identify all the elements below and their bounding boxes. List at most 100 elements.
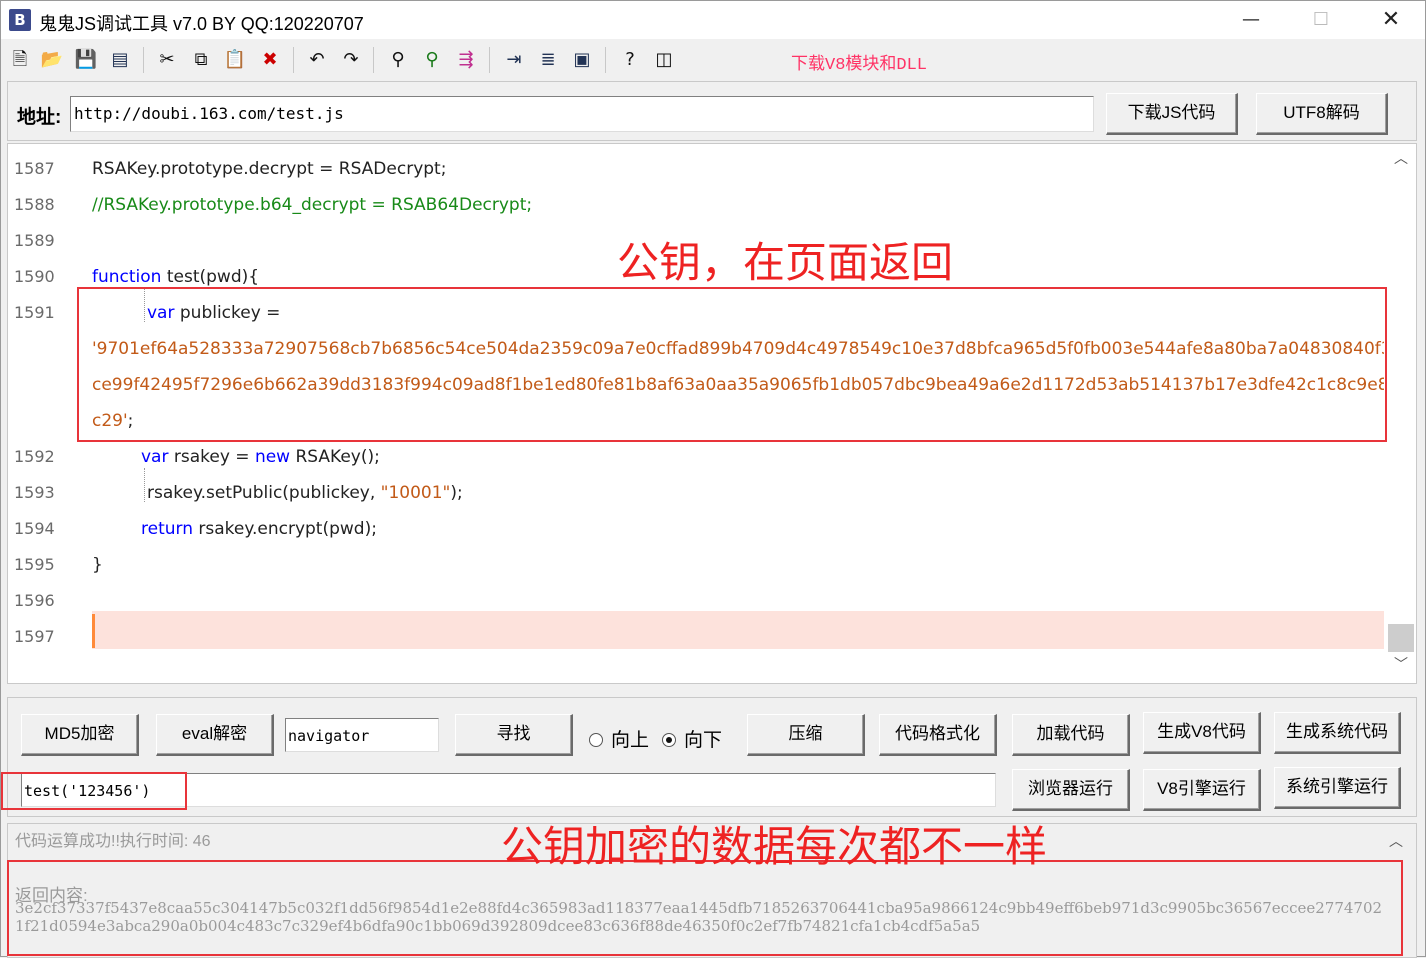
code-text: RSAKey.prototype.decrypt = RSADecrypt; [92,159,447,179]
line-number: 1587 [14,159,55,178]
maximize-button[interactable]: ☐ [1286,1,1356,39]
code-line: 1595 } [8,547,1384,583]
load-code-button[interactable]: 加载代码 [1012,714,1130,756]
indent-icon[interactable]: ⇥ [501,47,527,73]
encrypt-annotation: 公钥加密的数据每次都不一样 [501,825,1048,871]
redo-icon[interactable]: ↷ [338,47,364,73]
line-number: 1592 [14,447,55,466]
cut-icon[interactable]: ✂ [154,47,180,73]
radio-up-label: 向上 [611,730,650,751]
code-line: 1587 RSAKey.prototype.decrypt = RSADecry… [8,151,1384,187]
code-text: } [92,555,103,575]
replace-icon[interactable]: ⇶ [453,47,479,73]
download-js-button[interactable]: 下载JS代码 [1106,93,1238,135]
delete-icon[interactable]: ✖ [257,47,283,73]
code-line: 1594 return rsakey.encrypt(pwd); [8,511,1384,547]
new-file-icon[interactable]: 🗎 [7,47,33,73]
radio-down-label: 向下 [684,730,723,751]
code-text-part: ); [450,483,463,503]
radio-up-circle[interactable] [589,733,603,747]
radio-up[interactable]: 向上 [589,725,649,752]
code-text-part: test(pwd){ [161,267,260,287]
close-button[interactable]: ✕ [1356,1,1426,39]
compress-button[interactable]: 压缩 [747,714,865,756]
minimize-button[interactable]: — [1216,1,1286,39]
code-line: 1592 var rsakey = new RSAKey(); [8,439,1384,475]
toolbar-divider [143,47,144,73]
code-text: rsakey.setPublic(publickey, "10001"); [147,475,463,511]
editor-scrollbar[interactable]: ︿ ﹀ [1384,144,1416,683]
code-keyword: return [141,519,193,539]
generate-v8-code-button[interactable]: 生成V8代码 [1143,712,1261,754]
line-number: 1589 [14,231,55,250]
open-folder-icon[interactable]: 📂 [39,47,65,73]
code-text: var rsakey = new RSAKey(); [141,439,380,475]
code-line: 1596 [8,583,1384,619]
publickey-annotation: 公钥，在页面返回 [617,241,954,287]
execution-status: 代码运算成功!!执行时间: 46 [15,833,211,850]
radio-down-circle[interactable] [662,733,676,747]
code-text-part: RSAKey(); [290,447,380,467]
code-line: 1588 //RSAKey.prototype.b64_decrypt = RS… [8,187,1384,223]
toolbar-divider [373,47,374,73]
save-icon[interactable]: 💾 [73,47,99,73]
v8-engine-run-button[interactable]: V8引擎运行 [1143,769,1261,811]
scroll-down-icon[interactable]: ﹀ [1384,654,1416,678]
find-button[interactable]: 寻找 [455,714,573,756]
system-engine-run-button[interactable]: 系统引擎运行 [1274,767,1401,809]
scroll-thumb[interactable] [1388,624,1414,652]
line-number: 1595 [14,555,55,574]
window-title: 鬼鬼JS调试工具 v7.0 BY QQ:120220707 [39,14,364,34]
eval-decrypt-button[interactable]: eval解密 [156,714,274,756]
address-input[interactable]: http://doubi.163.com/test.js [70,96,1094,132]
line-number: 1590 [14,267,55,286]
utf8-decode-button[interactable]: UTF8解码 [1256,93,1388,135]
download-v8-link[interactable]: 下载V8模块和DLL [791,49,927,75]
panel-icon[interactable]: ◫ [651,47,677,73]
line-number: 1597 [14,627,55,646]
code-text-part: rsakey.encrypt(pwd); [192,519,377,539]
address-label: 地址: [17,107,62,128]
line-number: 1588 [14,195,55,214]
scroll-up-icon[interactable]: ︿ [1379,831,1413,855]
save-all-icon[interactable]: ▤ [107,47,133,73]
radio-down[interactable]: 向下 [662,725,722,752]
browser-run-button[interactable]: 浏览器运行 [1012,769,1130,811]
toolbar-divider [605,47,606,73]
command-highlight-box [1,772,187,810]
code-line: 1597 [8,619,1384,655]
app-logo-icon: B [9,9,31,31]
code-string: "10001" [380,483,451,503]
code-text: return rsakey.encrypt(pwd); [141,511,377,547]
generate-system-code-button[interactable]: 生成系统代码 [1274,712,1401,754]
toolbar-divider [293,47,294,73]
format-code-button[interactable]: 代码格式化 [879,714,997,756]
line-number: 1591 [14,303,55,322]
find-next-icon[interactable]: ⚲ [419,47,445,73]
line-number: 1593 [14,483,55,502]
code-comment: //RSAKey.prototype.b64_decrypt = RSAB64D… [92,195,533,215]
undo-icon[interactable]: ↶ [304,47,330,73]
line-number: 1594 [14,519,55,538]
app-window: B 鬼鬼JS调试工具 v7.0 BY QQ:120220707 — ☐ ✕ 🗎 … [0,0,1426,958]
scroll-up-icon[interactable]: ︿ [1384,148,1416,172]
find-icon[interactable]: ⚲ [385,47,411,73]
window-icon[interactable]: ▣ [569,47,595,73]
toolbar-divider [489,47,490,73]
code-text-part: rsakey.setPublic(publickey, [147,483,381,503]
code-line: 1593 rsakey.setPublic(publickey, "10001"… [8,475,1384,511]
copy-icon[interactable]: ⧉ [188,47,214,73]
search-input[interactable]: navigator [285,718,439,752]
output-highlight-box [7,860,1403,956]
toolbar: 🗎 📂 💾 ▤ ✂ ⧉ 📋 ✖ ↶ ↷ ⚲ ⚲ ⇶ ⇥ ≣ ▣ ? ◫ [1,41,1425,77]
md5-encrypt-button[interactable]: MD5加密 [21,714,139,756]
numbered-list-icon[interactable]: ≣ [535,47,561,73]
code-keyword: function [92,267,162,287]
publickey-highlight-box [77,287,1387,442]
line-number: 1596 [14,591,55,610]
help-icon[interactable]: ? [617,47,643,73]
code-keyword: var [141,447,169,467]
title-bar: B 鬼鬼JS调试工具 v7.0 BY QQ:120220707 — ☐ ✕ [1,1,1425,39]
paste-icon[interactable]: 📋 [222,47,248,73]
code-text-part: rsakey = [168,447,255,467]
